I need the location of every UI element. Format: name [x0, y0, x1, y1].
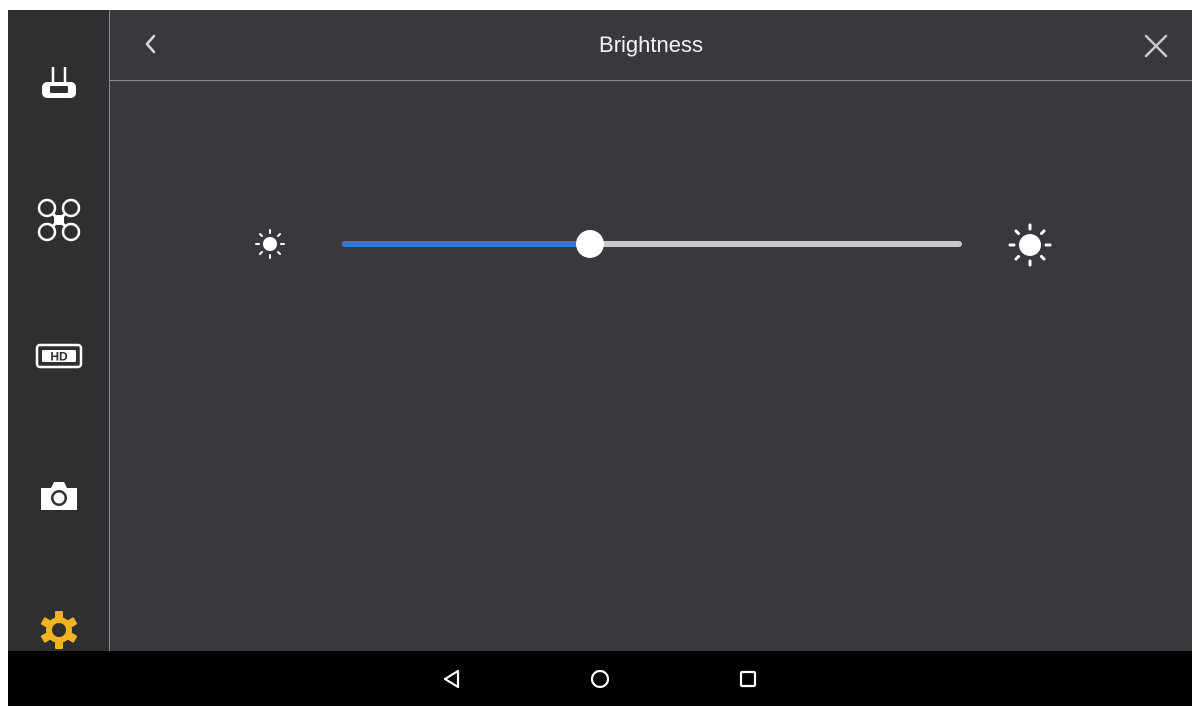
recents-square-icon — [739, 670, 757, 688]
back-triangle-icon — [443, 669, 460, 689]
nav-home-button[interactable] — [584, 663, 616, 695]
close-button[interactable] — [1142, 32, 1170, 60]
sun-large-icon — [1008, 223, 1052, 267]
nav-back-button[interactable] — [436, 663, 468, 695]
sun-small-icon — [254, 228, 286, 260]
sidebar-item-hd-transmission[interactable]: HD — [8, 326, 109, 386]
close-icon — [1144, 34, 1168, 58]
app-screen: HD Brightness — [8, 10, 1192, 706]
nav-recents-button[interactable] — [732, 663, 764, 695]
slider-thumb[interactable] — [576, 230, 604, 258]
brightness-slider[interactable] — [342, 228, 962, 260]
camera-icon — [40, 482, 77, 510]
android-nav-bar — [8, 651, 1192, 706]
sidebar-item-aircraft[interactable] — [8, 190, 109, 250]
home-circle-icon — [590, 669, 610, 689]
page-title: Brightness — [599, 32, 703, 57]
svg-text:HD: HD — [50, 350, 68, 364]
header-bar: Brightness — [110, 10, 1192, 81]
sidebar-item-camera[interactable] — [8, 466, 109, 526]
sidebar: HD — [8, 10, 110, 651]
sidebar-item-remote-controller[interactable] — [8, 54, 109, 114]
remote-controller-icon — [41, 67, 76, 98]
slider-fill — [342, 241, 590, 247]
drone-icon — [37, 198, 80, 242]
hd-icon: HD — [35, 343, 82, 369]
gear-icon — [40, 611, 77, 649]
